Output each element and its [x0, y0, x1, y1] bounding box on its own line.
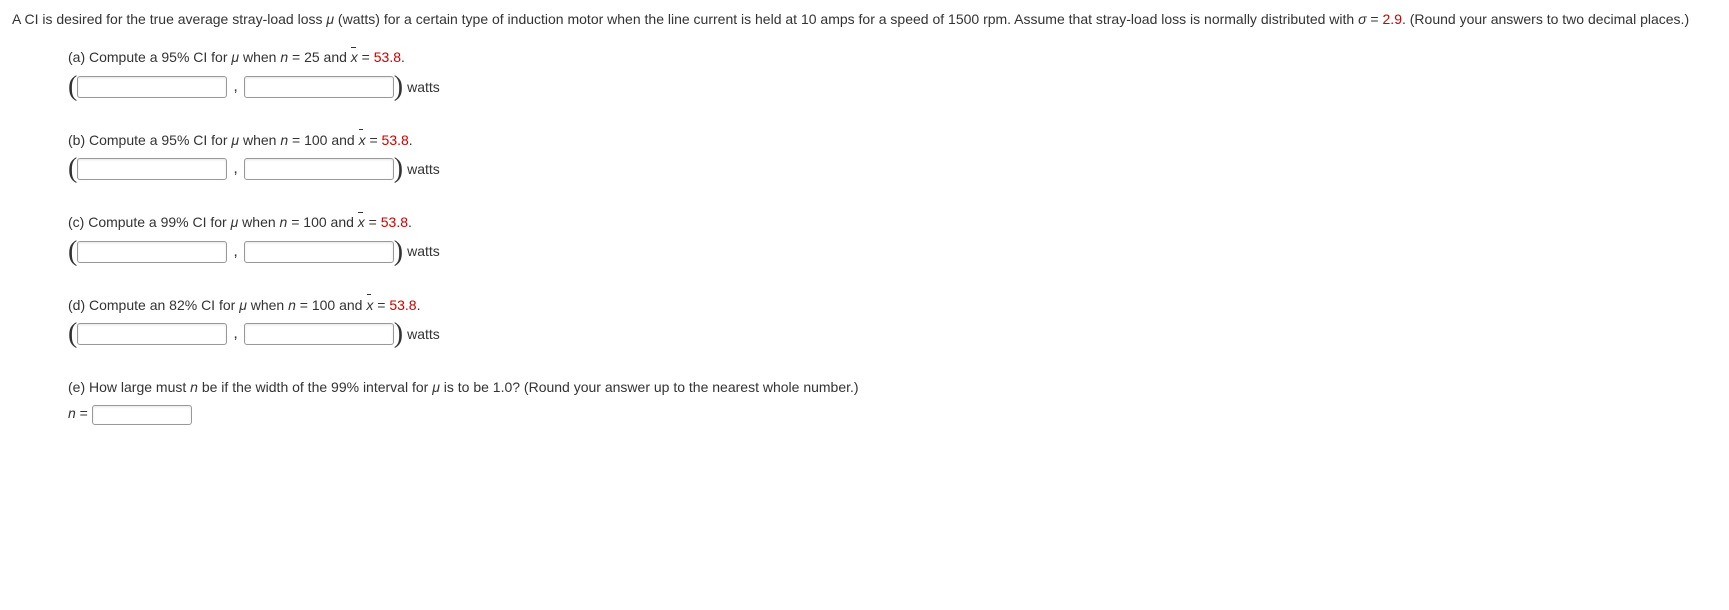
n-symbol: n — [288, 297, 296, 313]
part-a-when: when — [239, 49, 280, 65]
close-paren: ) — [394, 155, 403, 183]
part-e-label2: be if the width of the 99% interval for — [198, 379, 432, 395]
part-e-label1: (e) How large must — [68, 379, 190, 395]
xbar-symbol: x — [351, 46, 358, 68]
part-d-label: (d) Compute an 82% CI for — [68, 297, 239, 313]
part-c-answer: ( , ) watts — [68, 238, 1717, 266]
unit-label: watts — [407, 323, 440, 345]
part-b: (b) Compute a 95% CI for μ when n = 100 … — [68, 129, 1717, 183]
xbar-symbol: x — [359, 129, 366, 151]
n-symbol: n — [280, 49, 288, 65]
n-eq: = — [76, 405, 92, 421]
part-a-prompt: (a) Compute a 95% CI for μ when n = 25 a… — [68, 46, 1717, 68]
part-a-upper-input[interactable] — [244, 76, 394, 98]
close-paren: ) — [394, 73, 403, 101]
close-paren: ) — [394, 320, 403, 348]
part-c-dot: . — [408, 214, 412, 230]
part-b-xeq: = — [366, 132, 382, 148]
part-b-prompt: (b) Compute a 95% CI for μ when n = 100 … — [68, 129, 1717, 151]
mu-symbol: μ — [432, 379, 440, 395]
part-c-upper-input[interactable] — [244, 241, 394, 263]
n-symbol: n — [280, 132, 288, 148]
part-d-dot: . — [417, 297, 421, 313]
comma: , — [233, 74, 237, 100]
part-d: (d) Compute an 82% CI for μ when n = 100… — [68, 294, 1717, 348]
part-b-upper-input[interactable] — [244, 158, 394, 180]
xbar-symbol: x — [358, 211, 365, 233]
part-a-lower-input[interactable] — [77, 76, 227, 98]
part-d-when: when — [247, 297, 288, 313]
open-paren: ( — [68, 73, 77, 101]
sigma-value: 2.9 — [1383, 11, 1402, 27]
part-b-xval: 53.8 — [382, 132, 409, 148]
part-b-nval: = 100 and — [288, 132, 358, 148]
xbar-symbol: x — [366, 294, 373, 316]
sigma-symbol: σ — [1358, 11, 1366, 27]
part-d-prompt: (d) Compute an 82% CI for μ when n = 100… — [68, 294, 1717, 316]
mu-symbol: μ — [239, 297, 247, 313]
part-c-nval: = 100 and — [287, 214, 357, 230]
part-e-n-input[interactable] — [92, 405, 192, 425]
part-d-upper-input[interactable] — [244, 323, 394, 345]
part-e-prompt: (e) How large must n be if the width of … — [68, 376, 1717, 398]
part-d-answer: ( , ) watts — [68, 320, 1717, 348]
part-a-nval: = 25 and — [288, 49, 351, 65]
unit-label: watts — [407, 76, 440, 98]
part-e-answer: n = — [68, 402, 1717, 424]
part-e: (e) How large must n be if the width of … — [68, 376, 1717, 425]
mu-symbol: μ — [231, 132, 239, 148]
mu-symbol: μ — [326, 11, 334, 27]
comma: , — [233, 156, 237, 182]
part-b-answer: ( , ) watts — [68, 155, 1717, 183]
part-c-xeq: = — [365, 214, 381, 230]
part-d-nval: = 100 and — [296, 297, 366, 313]
mu-symbol: μ — [231, 49, 239, 65]
unit-label: watts — [407, 158, 440, 180]
part-e-label3: is to be 1.0? (Round your answer up to t… — [440, 379, 859, 395]
open-paren: ( — [68, 155, 77, 183]
part-c-when: when — [238, 214, 279, 230]
part-a-dot: . — [401, 49, 405, 65]
part-a-xeq: = — [358, 49, 374, 65]
part-d-xval: 53.8 — [389, 297, 416, 313]
intro-text-1: A CI is desired for the true average str… — [12, 11, 326, 27]
part-d-lower-input[interactable] — [77, 323, 227, 345]
part-b-dot: . — [409, 132, 413, 148]
intro-text-2: (watts) for a certain type of induction … — [334, 11, 1358, 27]
part-b-lower-input[interactable] — [77, 158, 227, 180]
part-c: (c) Compute a 99% CI for μ when n = 100 … — [68, 211, 1717, 265]
unit-label: watts — [407, 240, 440, 262]
intro-eq: = — [1367, 11, 1383, 27]
part-a-label: (a) Compute a 95% CI for — [68, 49, 231, 65]
part-c-label: (c) Compute a 99% CI for — [68, 214, 231, 230]
part-c-prompt: (c) Compute a 99% CI for μ when n = 100 … — [68, 211, 1717, 233]
open-paren: ( — [68, 238, 77, 266]
close-paren: ) — [394, 238, 403, 266]
intro-text-3: . (Round your answers to two decimal pla… — [1402, 11, 1689, 27]
open-paren: ( — [68, 320, 77, 348]
part-c-xval: 53.8 — [381, 214, 408, 230]
part-a-answer: ( , ) watts — [68, 73, 1717, 101]
comma: , — [233, 321, 237, 347]
comma: , — [233, 239, 237, 265]
problem-intro: A CI is desired for the true average str… — [12, 8, 1717, 30]
part-b-label: (b) Compute a 95% CI for — [68, 132, 231, 148]
part-c-lower-input[interactable] — [77, 241, 227, 263]
n-symbol: n — [190, 379, 198, 395]
part-b-when: when — [239, 132, 280, 148]
part-a: (a) Compute a 95% CI for μ when n = 25 a… — [68, 46, 1717, 100]
part-d-xeq: = — [373, 297, 389, 313]
part-a-xval: 53.8 — [374, 49, 401, 65]
n-symbol: n — [68, 405, 76, 421]
